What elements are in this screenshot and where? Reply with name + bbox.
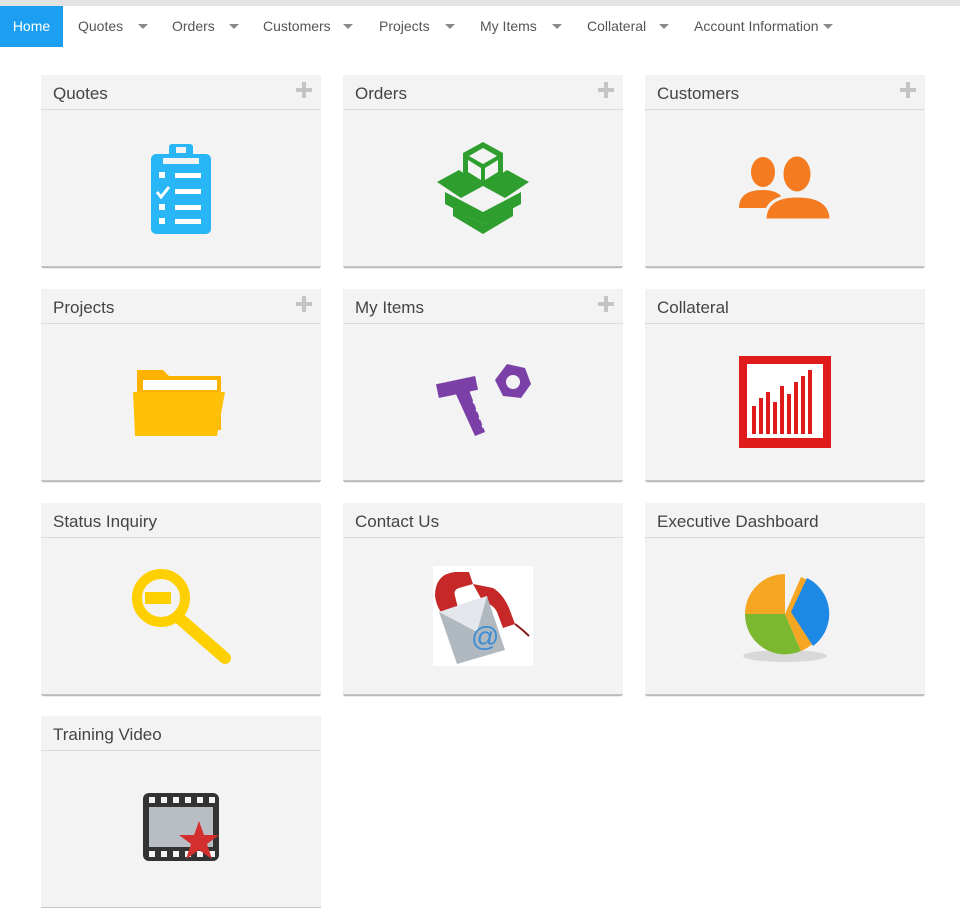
tile-title: My Items — [355, 298, 424, 317]
nav-account-information-label: Account Information — [694, 18, 819, 34]
nav-projects-label: Projects — [379, 18, 430, 34]
nav-customers-label: Customers — [263, 18, 331, 34]
tile-header: Collateral — [645, 289, 925, 324]
phone-email-icon[interactable]: @ — [343, 538, 623, 693]
chevron-down-icon[interactable] — [552, 24, 562, 29]
magnifier-icon[interactable] — [41, 538, 321, 693]
plus-icon[interactable] — [295, 81, 313, 99]
tile-title: Training Video — [53, 725, 162, 744]
tile-header: Quotes — [41, 75, 321, 110]
tile-header: Customers — [645, 75, 925, 110]
tile-header: Status Inquiry — [41, 503, 321, 538]
tile-header: Contact Us — [343, 503, 623, 538]
tile-contact-us[interactable]: Contact Us @ — [343, 503, 623, 695]
tile-projects[interactable]: Projects — [41, 289, 321, 481]
chevron-down-icon[interactable] — [445, 24, 455, 29]
plus-icon[interactable] — [899, 81, 917, 99]
chevron-down-icon[interactable] — [659, 24, 669, 29]
tile-title: Status Inquiry — [53, 512, 157, 531]
nav-quotes-label: Quotes — [78, 18, 124, 34]
nav-collateral-label: Collateral — [587, 18, 647, 34]
svg-text:@: @ — [471, 621, 499, 652]
tile-title: Orders — [355, 84, 407, 103]
nav-orders-label: Orders — [172, 18, 215, 34]
plus-icon[interactable] — [597, 81, 615, 99]
nav-customers[interactable]: Customers — [263, 6, 353, 47]
nav-orders[interactable]: Orders — [172, 6, 239, 47]
tile-title: Executive Dashboard — [657, 512, 819, 531]
tile-header: Projects — [41, 289, 321, 324]
nav-home[interactable]: Home — [0, 6, 63, 47]
tile-my-items[interactable]: My Items — [343, 289, 623, 481]
tile-header: My Items — [343, 289, 623, 324]
chevron-down-icon[interactable] — [343, 24, 353, 29]
plus-icon[interactable] — [295, 295, 313, 313]
folder-icon[interactable] — [41, 324, 321, 479]
tile-orders[interactable]: Orders — [343, 75, 623, 267]
nav-collateral[interactable]: Collateral — [587, 6, 669, 47]
film-star-icon[interactable] — [41, 751, 321, 906]
clipboard-checklist-icon[interactable] — [41, 110, 321, 265]
tile-title: Contact Us — [355, 512, 440, 531]
chevron-down-icon[interactable] — [823, 24, 833, 29]
nav-my-items[interactable]: My Items — [480, 6, 562, 47]
tile-collateral[interactable]: Collateral — [645, 289, 925, 481]
top-navigation: Home Quotes Orders Customers Projects My… — [0, 6, 960, 47]
users-icon[interactable] — [645, 110, 925, 265]
chevron-down-icon[interactable] — [138, 24, 148, 29]
tile-title: Quotes — [53, 84, 108, 103]
tile-title: Projects — [53, 298, 115, 317]
chevron-down-icon[interactable] — [229, 24, 239, 29]
tile-customers[interactable]: Customers — [645, 75, 925, 267]
tile-header: Executive Dashboard — [645, 503, 925, 538]
plus-icon[interactable] — [597, 295, 615, 313]
nav-projects[interactable]: Projects — [379, 6, 455, 47]
tile-title: Collateral — [657, 298, 729, 317]
tools-icon[interactable] — [343, 324, 623, 479]
tile-title: Customers — [657, 84, 740, 103]
tile-quotes[interactable]: Quotes — [41, 75, 321, 267]
tile-header: Training Video — [41, 716, 321, 751]
nav-account-information[interactable]: Account Information — [694, 6, 833, 47]
boxes-icon[interactable] — [343, 110, 623, 265]
tile-status-inquiry[interactable]: Status Inquiry — [41, 503, 321, 695]
pie-chart-icon[interactable] — [645, 538, 925, 693]
bar-chart-icon[interactable] — [645, 324, 925, 479]
tile-header: Orders — [343, 75, 623, 110]
tile-executive-dashboard[interactable]: Executive Dashboard — [645, 503, 925, 695]
nav-my-items-label: My Items — [480, 18, 537, 34]
tile-training-video[interactable]: Training Video — [41, 716, 321, 908]
nav-quotes[interactable]: Quotes — [78, 6, 148, 47]
